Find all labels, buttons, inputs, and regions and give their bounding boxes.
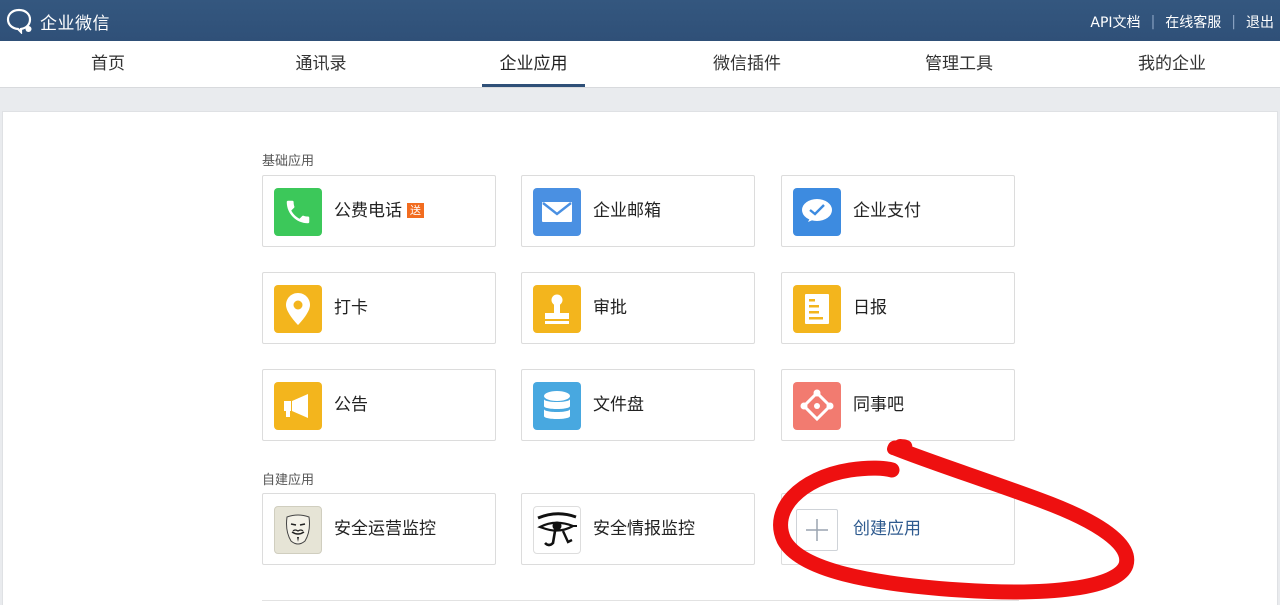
app-card-daily-report[interactable]: 日报 <box>781 272 1015 344</box>
pay-icon <box>793 188 841 236</box>
app-card-enterprise-mail[interactable]: 企业邮箱 <box>521 175 755 247</box>
stamp-icon <box>533 285 581 333</box>
app-card-security-ops-monitor[interactable]: 安全运营监控 <box>262 493 496 565</box>
app-name: 审批 <box>593 298 627 318</box>
app-card-enterprise-pay[interactable]: 企业支付 <box>781 175 1015 247</box>
app-name: 企业支付 <box>853 201 921 221</box>
logo-text: 企业微信 <box>40 13 110 34</box>
app-name: 公告 <box>334 395 368 415</box>
link-divider: | <box>1231 14 1236 30</box>
app-card-public-phone[interactable]: 公费电话送 <box>262 175 496 247</box>
tab-wechat-plugin[interactable]: 微信插件 <box>697 41 797 87</box>
top-bar: 企业微信 API文档 | 在线客服 | 退出 <box>0 0 1280 41</box>
plus-icon <box>796 509 838 551</box>
app-name: 日报 <box>853 298 887 318</box>
section-divider <box>262 600 1019 601</box>
app-card-announcement[interactable]: 公告 <box>262 369 496 441</box>
link-divider: | <box>1150 14 1156 30</box>
gift-badge: 送 <box>407 203 424 218</box>
section-title-custom-apps: 自建应用 <box>262 473 315 488</box>
create-app-button[interactable]: 创建应用 <box>781 493 1015 565</box>
logout-link[interactable]: 退出 <box>1246 12 1274 32</box>
megaphone-icon <box>274 382 322 430</box>
app-name: 同事吧 <box>853 395 904 415</box>
create-app-label: 创建应用 <box>853 519 921 539</box>
tab-home[interactable]: 首页 <box>66 41 150 87</box>
content-panel: 基础应用 公费电话送 企业邮箱 企业支付 打卡 审批 日报 公告 文件盘 同事吧… <box>2 111 1278 605</box>
wecom-logo-icon <box>6 8 32 34</box>
section-title-basic-apps: 基础应用 <box>262 154 315 169</box>
app-card-colleague-circle[interactable]: 同事吧 <box>781 369 1015 441</box>
app-name: 企业邮箱 <box>593 201 661 221</box>
logo[interactable]: 企业微信 <box>6 8 110 34</box>
app-name: 安全情报监控 <box>593 519 695 539</box>
tab-contacts[interactable]: 通讯录 <box>278 41 364 87</box>
app-card-approval[interactable]: 审批 <box>521 272 755 344</box>
app-name: 文件盘 <box>593 395 644 415</box>
location-pin-icon <box>274 285 322 333</box>
app-card-check-in[interactable]: 打卡 <box>262 272 496 344</box>
community-icon <box>793 382 841 430</box>
online-support-link[interactable]: 在线客服 <box>1165 12 1221 32</box>
eye-of-horus-icon <box>533 506 581 554</box>
database-icon <box>533 382 581 430</box>
api-docs-link[interactable]: API文档 <box>1090 12 1140 32</box>
app-name: 安全运营监控 <box>334 519 436 539</box>
app-card-security-intel-monitor[interactable]: 安全情报监控 <box>521 493 755 565</box>
app-card-label: 公费电话送 <box>334 176 424 248</box>
main-nav: 首页 通讯录 企业应用 微信插件 管理工具 我的企业 <box>0 41 1280 88</box>
app-name: 公费电话 <box>334 201 402 221</box>
tab-my-company[interactable]: 我的企业 <box>1122 41 1222 87</box>
tab-enterprise-apps[interactable]: 企业应用 <box>482 41 585 87</box>
mail-icon <box>533 188 581 236</box>
document-icon <box>793 285 841 333</box>
app-name: 打卡 <box>334 298 368 318</box>
app-card-file-drive[interactable]: 文件盘 <box>521 369 755 441</box>
phone-icon <box>274 188 322 236</box>
header-links: API文档 | 在线客服 | 退出 <box>1090 12 1274 32</box>
mask-face-icon <box>274 506 322 554</box>
tab-management-tools[interactable]: 管理工具 <box>910 41 1008 87</box>
